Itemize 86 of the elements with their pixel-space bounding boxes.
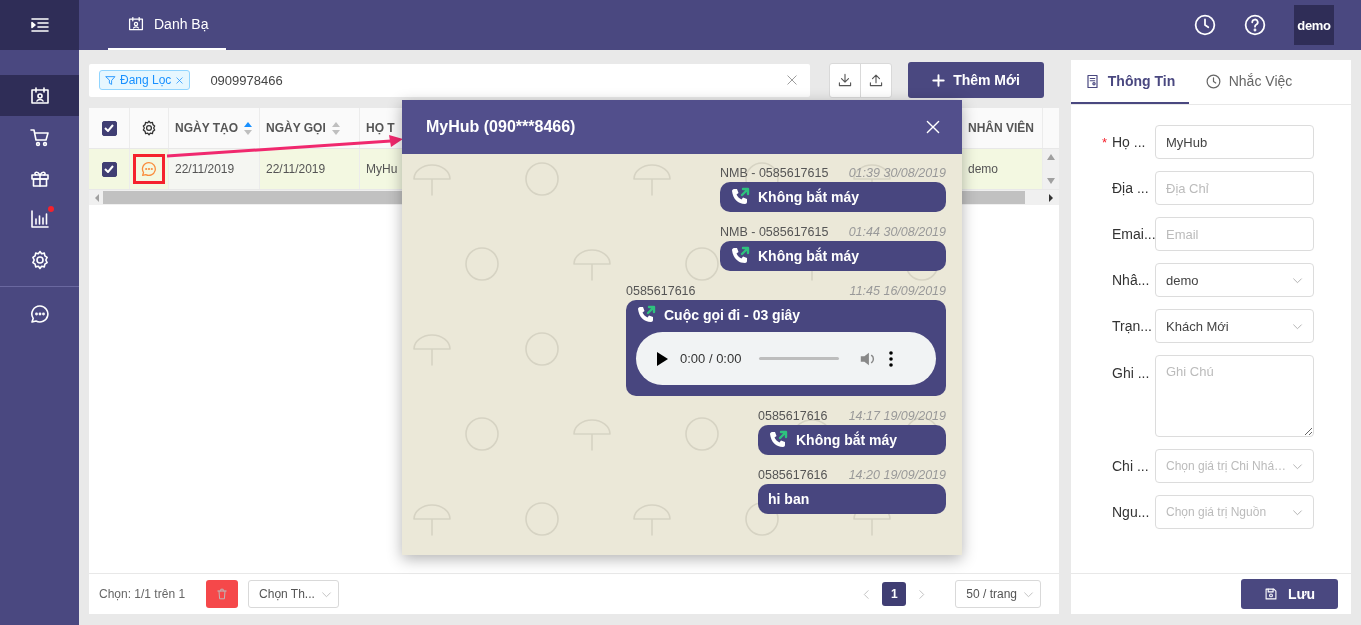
cart-icon <box>29 126 50 147</box>
required-mark: * <box>1102 134 1109 150</box>
filter-label: Đang Lọc <box>120 73 172 87</box>
page-size-select[interactable]: 50 / trang <box>955 580 1041 608</box>
input-field[interactable]: Email <box>1155 217 1314 251</box>
column-label: NGÀY TẠO <box>175 121 239 135</box>
column-header[interactable]: NGÀY TẠO <box>169 108 260 148</box>
field-label: Ngu... <box>1112 504 1151 520</box>
save-button[interactable]: Lưu <box>1241 579 1338 609</box>
select-field[interactable]: Khách Mới <box>1155 309 1314 343</box>
column-label: NHÂN VIÊN <box>968 121 1034 135</box>
play-icon[interactable] <box>656 351 668 366</box>
outgoing-call-icon <box>636 305 656 325</box>
field-label: Họ ... <box>1112 134 1147 150</box>
message-sender: 0585617616 <box>626 284 696 298</box>
message-text: Không bắt máy <box>796 432 898 448</box>
table-cell: 22/11/2019 <box>260 149 360 189</box>
message-text: Không bắt máy <box>758 248 860 264</box>
action-select[interactable]: Chọn Th... <box>248 580 339 608</box>
field-label: Emai... <box>1112 226 1155 242</box>
help-icon[interactable] <box>1244 14 1266 36</box>
column-label: NGÀY GỌI <box>266 121 326 135</box>
message-text: hi ban <box>768 491 810 507</box>
column-header[interactable]: NGÀY GỌI <box>260 108 360 148</box>
text-area[interactable]: Ghi Chú <box>1155 355 1314 437</box>
checkbox[interactable] <box>101 120 117 136</box>
delete-button[interactable] <box>206 580 239 608</box>
search-field[interactable]: Đang Lọc 0909978466 <box>89 63 810 97</box>
bar-chart-icon <box>29 208 50 229</box>
select-value: Chọn Th... <box>259 587 315 601</box>
message-sender: 0585617616 <box>758 468 828 482</box>
history-icon[interactable] <box>1194 14 1216 36</box>
message-time: 01:39 30/08/2019 <box>848 166 946 180</box>
dialog-title: MyHub (090***8466) <box>426 118 576 136</box>
sidebar-item[interactable] <box>0 75 79 116</box>
contacts-icon <box>29 85 50 106</box>
outgoing-call-icon <box>730 246 750 266</box>
plus-icon <box>932 73 946 87</box>
user-avatar[interactable]: demo <box>1294 5 1334 45</box>
download-icon <box>838 73 852 87</box>
select-field[interactable]: demo <box>1155 263 1314 297</box>
field-label: Ghi ... <box>1112 365 1151 381</box>
chat-icon <box>29 303 50 324</box>
message-time: 14:20 19/09/2019 <box>848 468 946 482</box>
menu-icon <box>29 15 50 35</box>
message-time: 01:44 30/08/2019 <box>848 225 946 239</box>
menu-toggle[interactable] <box>0 0 79 50</box>
document-icon <box>1084 73 1100 89</box>
clear-icon[interactable] <box>786 74 798 86</box>
message-sender: NMB - 0585617615 <box>720 225 829 239</box>
input-field[interactable]: Địa Chỉ <box>1155 171 1314 205</box>
add-button[interactable]: Thêm Mới <box>908 62 1044 98</box>
select-value: 50 / trang <box>966 587 1017 601</box>
field-label: Trạn... <box>1112 318 1153 334</box>
field-label: Nhâ... <box>1112 272 1151 288</box>
filter-icon <box>105 74 116 86</box>
page-button[interactable]: 1 <box>882 582 907 606</box>
message-text: Cuộc gọi đi - 03 giây <box>664 307 801 323</box>
audio-player[interactable]: 0:00 / 0:00 <box>636 332 936 385</box>
close-icon[interactable] <box>926 120 940 134</box>
input-field[interactable]: MyHub <box>1155 125 1314 159</box>
panel-tab[interactable]: Nhắc Việc <box>1189 60 1309 104</box>
message-time: 14:17 19/09/2019 <box>848 409 946 423</box>
field-label: Địa ... <box>1112 180 1150 196</box>
clock-icon <box>1205 73 1221 89</box>
settings-icon <box>29 249 50 270</box>
message-sender: NMB - 0585617615 <box>720 166 829 180</box>
message-time: 11:45 16/09/2019 <box>849 284 946 298</box>
table-cell: 22/11/2019 <box>169 149 260 189</box>
column-label: HỌ T <box>366 121 395 135</box>
contacts-icon <box>128 16 144 32</box>
search-value: 0909978466 <box>210 72 284 88</box>
outgoing-call-icon <box>768 430 788 450</box>
message-text: Không bắt máy <box>758 189 860 205</box>
selection-count: Chọn: 1/1 trên 1 <box>99 587 186 601</box>
trash-icon <box>216 588 229 600</box>
more-icon[interactable] <box>889 350 894 367</box>
checkbox[interactable] <box>101 161 117 177</box>
upload-icon <box>869 73 883 87</box>
playback-time: 0:00 / 0:00 <box>680 351 742 366</box>
settings-icon[interactable] <box>141 120 157 136</box>
panel-tab[interactable]: Thông Tin <box>1071 60 1189 104</box>
field-label: Chi ... <box>1112 458 1150 474</box>
outgoing-call-icon <box>730 187 750 207</box>
message-sender: 0585617616 <box>758 409 828 423</box>
progress-track[interactable] <box>759 357 840 360</box>
